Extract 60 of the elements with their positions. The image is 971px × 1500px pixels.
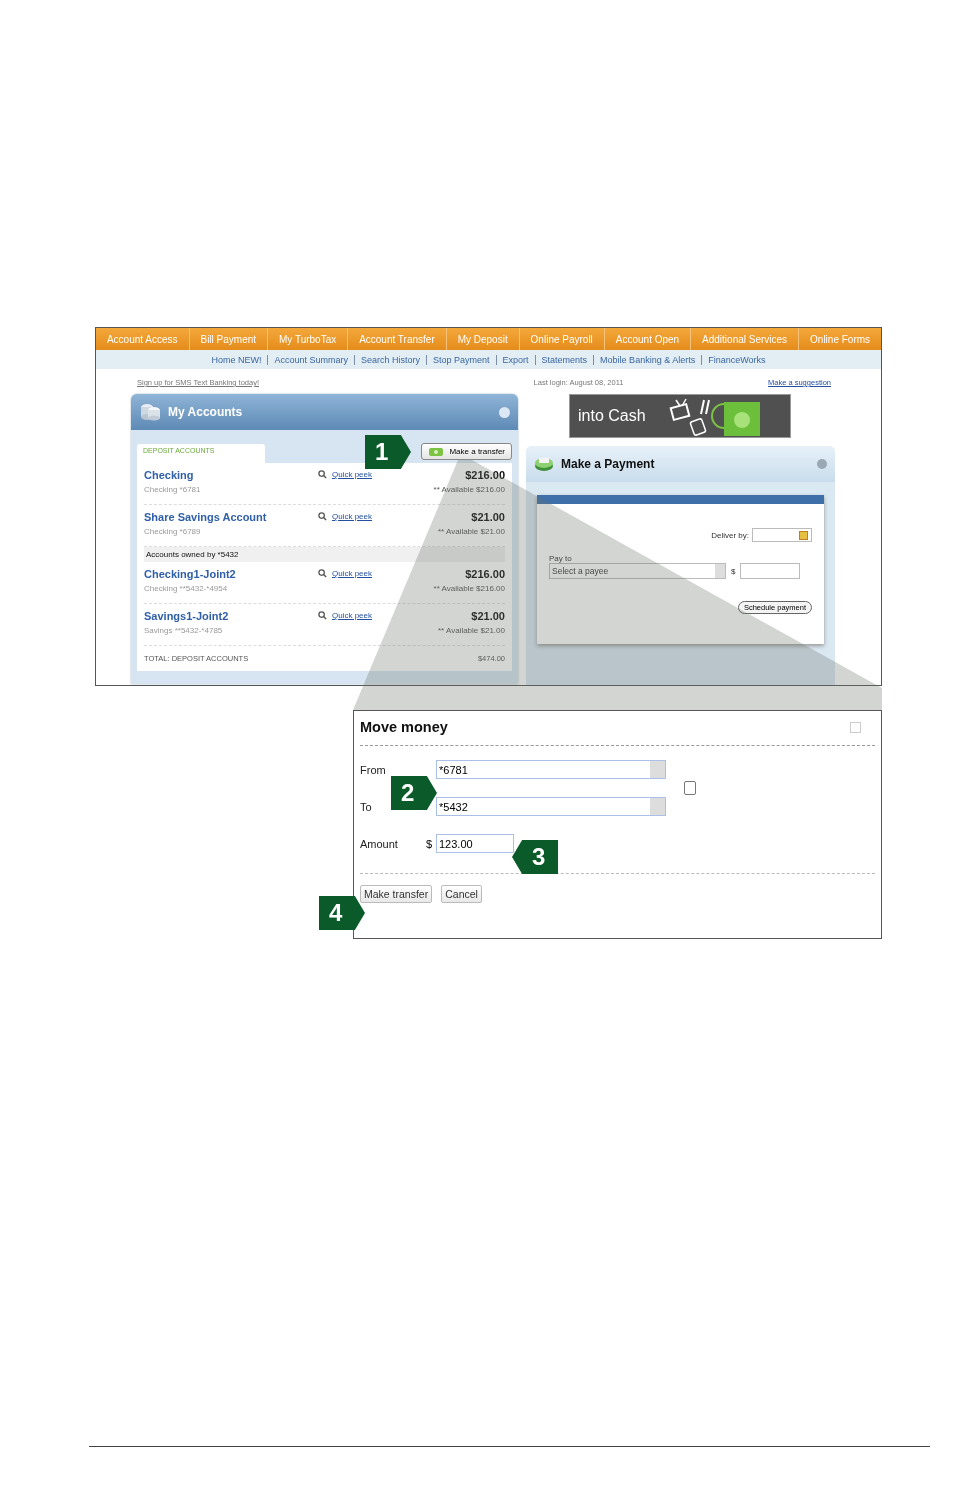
subnav-link[interactable]: Search History [354, 354, 427, 365]
account-name-link[interactable]: Share Savings Account [144, 511, 318, 523]
account-balance: $21.00 [471, 610, 505, 622]
deliver-by-label: Deliver by: [711, 530, 749, 540]
account-number: Checking *6781 [144, 485, 202, 494]
amount-label: Amount [360, 837, 399, 850]
step-marker: 2 [391, 776, 437, 810]
search-icon [318, 512, 327, 521]
account-number: Checking *6789 [144, 527, 202, 536]
account-balance: $216.00 [465, 568, 505, 580]
cash-stack-icon [534, 456, 554, 472]
to-account-dropdown[interactable]: *5432 [436, 797, 666, 816]
available-balance: ** Available $21.00 [437, 527, 505, 536]
account-number: Savings **5432-*4785 [144, 626, 224, 635]
subnav-link[interactable]: FinanceWorks [701, 354, 772, 365]
search-icon [318, 611, 327, 620]
account-number: Checking **5432-*4954 [144, 584, 229, 593]
amount-field[interactable]: 123.00 [436, 834, 514, 853]
dialog-title: Move money [360, 719, 448, 735]
coin-stack-icon [139, 403, 161, 421]
amount-field[interactable] [740, 563, 801, 579]
account-name-link[interactable]: Savings1-Joint2 [144, 610, 318, 622]
subnav-link[interactable]: Home NEW! [205, 354, 268, 365]
quick-peek-link[interactable]: Quick peek [332, 611, 373, 620]
quick-peek-link[interactable]: Quick peek [332, 569, 373, 578]
search-icon [318, 470, 327, 479]
from-label: From [360, 763, 387, 776]
group-header: Accounts owned by *5432 [144, 547, 505, 562]
account-balance: $216.00 [465, 469, 505, 481]
subnav-link[interactable]: Stop Payment [426, 354, 496, 365]
make-transfer-button[interactable]: Make a transfer [421, 443, 512, 460]
pay-to-label: Pay to [549, 554, 573, 563]
available-balance: ** Available $216.00 [433, 485, 505, 494]
date-field[interactable] [752, 528, 812, 542]
from-account-dropdown[interactable]: *6781 [436, 760, 666, 779]
dialog-button[interactable]: Cancel [441, 885, 482, 903]
subnav-link[interactable]: Account Summary [267, 354, 354, 365]
money-icon [428, 445, 445, 458]
quick-peek-link[interactable]: Quick peek [332, 470, 373, 479]
dialog-button[interactable]: Make transfer [360, 885, 433, 903]
search-icon [318, 569, 327, 578]
step-marker: 4 [319, 896, 365, 930]
step-marker: 1 [365, 435, 411, 469]
account-balance: $21.00 [471, 511, 505, 523]
banner-text: into Cash [578, 407, 647, 425]
panel-title: My Accounts [168, 405, 244, 419]
subnav-link[interactable]: Mobile Banking & Alerts [593, 354, 702, 365]
subnav-link[interactable]: Statements [534, 354, 594, 365]
available-balance: ** Available $21.00 [437, 626, 505, 635]
currency-symbol: $ [731, 566, 736, 576]
currency-symbol: $ [426, 837, 434, 850]
account-name-link[interactable]: Checking [144, 469, 318, 481]
payee-dropdown[interactable]: Select a payee [549, 563, 726, 579]
subnav-link[interactable]: Export [495, 354, 535, 365]
available-balance: ** Available $216.00 [433, 584, 505, 593]
calendar-icon[interactable] [799, 530, 808, 540]
panel-title: Make a Payment [561, 457, 656, 471]
to-label: To [360, 800, 373, 813]
quick-peek-link[interactable]: Quick peek [332, 512, 373, 521]
account-name-link[interactable]: Checking1-Joint2 [144, 568, 318, 580]
